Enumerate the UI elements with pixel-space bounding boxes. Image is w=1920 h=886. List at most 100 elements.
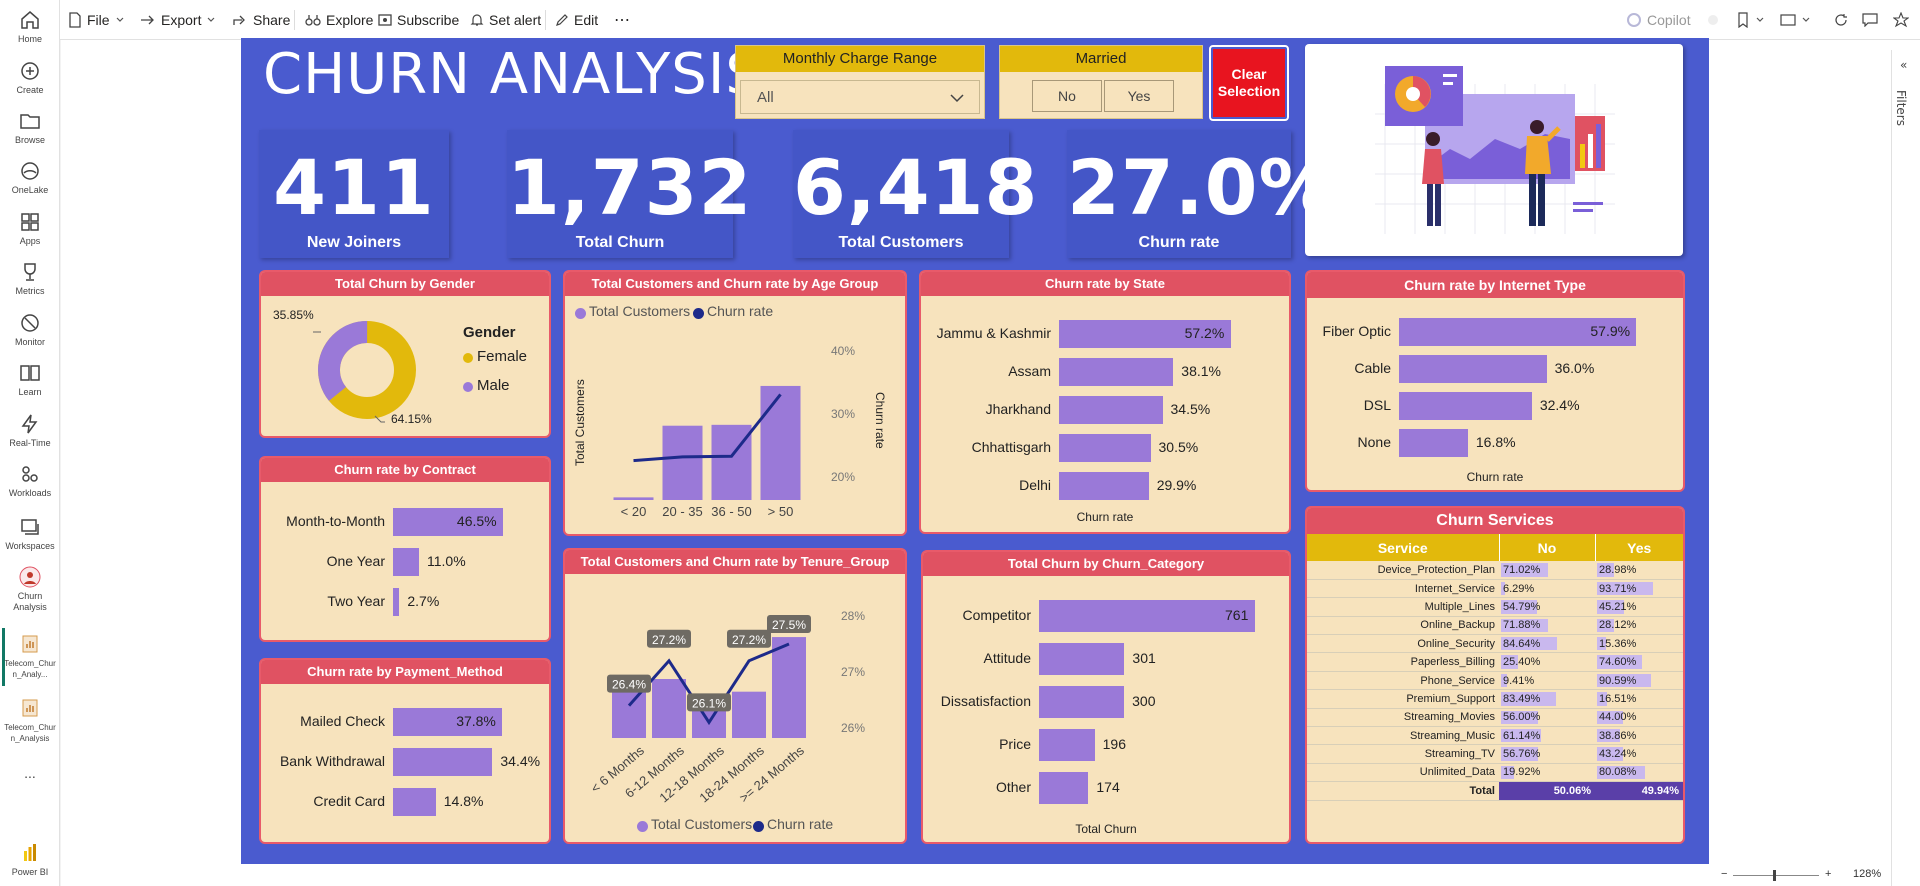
table-row[interactable]: Paperless_Billing 25.40% 74.60% — [1307, 652, 1683, 672]
age-bar[interactable] — [760, 385, 801, 500]
charge-dropdown[interactable]: All — [740, 80, 980, 114]
nav-workloads[interactable]: Workloads — [0, 462, 60, 499]
nav-report-active[interactable]: Telecom_Churn_Analy... — [0, 632, 60, 680]
table-row[interactable]: Streaming_Movies 56.00% 44.00% — [1307, 708, 1683, 728]
x-tick-label: < 20 — [621, 504, 647, 519]
subscribe-icon — [378, 14, 392, 26]
view-button[interactable] — [1780, 9, 1811, 31]
category-panel[interactable]: Total Churn by Churn_Category Competitor… — [921, 550, 1291, 844]
bar[interactable] — [1059, 358, 1174, 386]
table-row[interactable]: Internet_Service 6.29% 93.71% — [1307, 579, 1683, 599]
bar[interactable] — [1399, 392, 1532, 420]
column-header[interactable]: No — [1498, 534, 1595, 561]
gender-panel[interactable]: Total Churn by Gender 35.85% 64.15% Gend… — [259, 270, 551, 438]
bar[interactable] — [1059, 434, 1151, 462]
payment-panel[interactable]: Churn rate by Payment_Method Mailed Chec… — [259, 658, 551, 844]
column-header[interactable]: Yes — [1594, 534, 1683, 561]
collapse-chevron-icon[interactable]: « — [1900, 58, 1907, 72]
bar[interactable] — [1399, 429, 1468, 457]
table-row[interactable]: Online_Security 84.64% 15.36% — [1307, 634, 1683, 654]
nav-churn-analysis[interactable]: Churn Analysis — [0, 565, 60, 613]
set-alert-button[interactable]: Set alert — [470, 9, 541, 31]
nav-real-time[interactable]: Real-Time — [0, 412, 60, 449]
yes-cell: 90.59% — [1595, 671, 1683, 691]
nav-metrics[interactable]: Metrics — [0, 260, 60, 297]
nav-learn[interactable]: Learn — [0, 361, 60, 398]
bar[interactable] — [393, 548, 419, 576]
bar[interactable] — [393, 588, 400, 616]
clear-selection-button[interactable]: Clear Selection — [1209, 45, 1289, 121]
nav-workspaces[interactable]: Workspaces — [0, 515, 60, 552]
table-row[interactable]: Multiple_Lines 54.79% 45.21% — [1307, 597, 1683, 617]
table-row[interactable]: Unlimited_Data 19.92% 80.08% — [1307, 763, 1683, 783]
married-yes-button[interactable]: Yes — [1104, 80, 1174, 112]
table-row[interactable]: Device_Protection_Plan 71.02% 28.98% — [1307, 561, 1683, 580]
nav-apps[interactable]: Apps — [0, 210, 60, 247]
bar[interactable] — [1039, 643, 1125, 675]
explore-button[interactable]: Explore — [305, 9, 373, 31]
cell-value: 90.59% — [1599, 674, 1637, 687]
bar[interactable] — [393, 748, 493, 776]
table-row[interactable]: Streaming_TV 56.76% 43.24% — [1307, 744, 1683, 764]
table-row[interactable]: Online_Backup 71.88% 28.12% — [1307, 616, 1683, 636]
state-panel[interactable]: Churn rate by State Jammu & Kashmir 57.2%… — [919, 270, 1291, 534]
table-row[interactable]: Phone_Service 9.41% 90.59% — [1307, 671, 1683, 691]
nav-home[interactable]: Home — [0, 8, 60, 45]
edit-button[interactable]: Edit — [555, 9, 598, 31]
bar[interactable] — [1039, 772, 1089, 804]
age-bar[interactable] — [613, 497, 654, 500]
zoom-in-icon[interactable]: + — [1825, 868, 1831, 880]
nav-more[interactable]: ... — [0, 766, 60, 780]
nav-report[interactable]: Telecom_Churn_Analysis — [0, 696, 60, 744]
bar-value-label: 38.1% — [1181, 363, 1221, 379]
tenure-bar[interactable] — [772, 637, 806, 738]
nav-onelake[interactable]: OneLake — [0, 159, 60, 196]
zoom-control[interactable]: − + 128% — [1721, 868, 1901, 884]
age-group-panel[interactable]: Total Customers and Churn rate by Age Gr… — [563, 270, 907, 536]
bar[interactable] — [1039, 686, 1125, 718]
refresh-button[interactable] — [1834, 9, 1848, 31]
table-row[interactable]: Premium_Support 83.49% 16.51% — [1307, 689, 1683, 709]
column-header[interactable]: Service — [1307, 534, 1499, 561]
tenure-bar[interactable] — [652, 679, 686, 738]
churn-services-panel[interactable]: Churn Services Service No Yes Device_Pro… — [1305, 506, 1685, 844]
zoom-slider[interactable] — [1733, 875, 1819, 876]
bar[interactable] — [1399, 355, 1547, 383]
bar[interactable] — [1039, 600, 1255, 632]
table-row[interactable]: Streaming_Music 61.14% 38.86% — [1307, 726, 1683, 746]
nav-powerbi[interactable]: Power BI — [0, 841, 60, 878]
panel-title: Total Churn by Gender — [261, 272, 549, 296]
more-options-button[interactable]: ⋯ — [614, 9, 630, 31]
yes-cell: 80.08% — [1595, 763, 1683, 783]
bar[interactable] — [1059, 472, 1149, 500]
file-menu[interactable]: File — [68, 9, 125, 31]
copilot-button[interactable]: Copilot — [1626, 9, 1691, 31]
share-button[interactable]: Share — [232, 9, 290, 31]
married-no-button[interactable]: No — [1032, 80, 1102, 112]
age-bar[interactable] — [662, 425, 703, 500]
dropdown-value: All — [757, 89, 774, 106]
report-icon — [22, 635, 38, 653]
tenure-bar[interactable] — [732, 691, 766, 738]
internet-type-panel[interactable]: Churn rate by Internet Type Fiber Optic 5… — [1305, 270, 1685, 492]
tenure-panel[interactable]: Total Customers and Churn rate by Tenure… — [563, 548, 907, 844]
nav-monitor[interactable]: Monitor — [0, 311, 60, 348]
subscribe-button[interactable]: Subscribe — [378, 9, 459, 31]
bar[interactable] — [1039, 729, 1095, 761]
filters-pane[interactable]: « Filters — [1891, 50, 1920, 886]
age-bar[interactable] — [711, 424, 752, 500]
toggle-button[interactable] — [1706, 9, 1720, 31]
bar[interactable] — [393, 788, 436, 816]
female-legend-dot — [463, 353, 473, 363]
zoom-out-icon[interactable]: − — [1721, 868, 1727, 880]
favorite-button[interactable] — [1893, 9, 1909, 31]
tenure-bar[interactable] — [612, 690, 646, 738]
comment-button[interactable] — [1862, 9, 1878, 31]
nav-create[interactable]: Create — [0, 59, 60, 96]
export-menu[interactable]: Export — [140, 9, 216, 31]
nav-browse[interactable]: Browse — [0, 109, 60, 146]
bar[interactable] — [1059, 396, 1163, 424]
zoom-thumb[interactable] — [1773, 870, 1776, 881]
bookmark-button[interactable] — [1736, 9, 1765, 31]
contract-panel[interactable]: Churn rate by Contract Month-to-Month 46.… — [259, 456, 551, 642]
